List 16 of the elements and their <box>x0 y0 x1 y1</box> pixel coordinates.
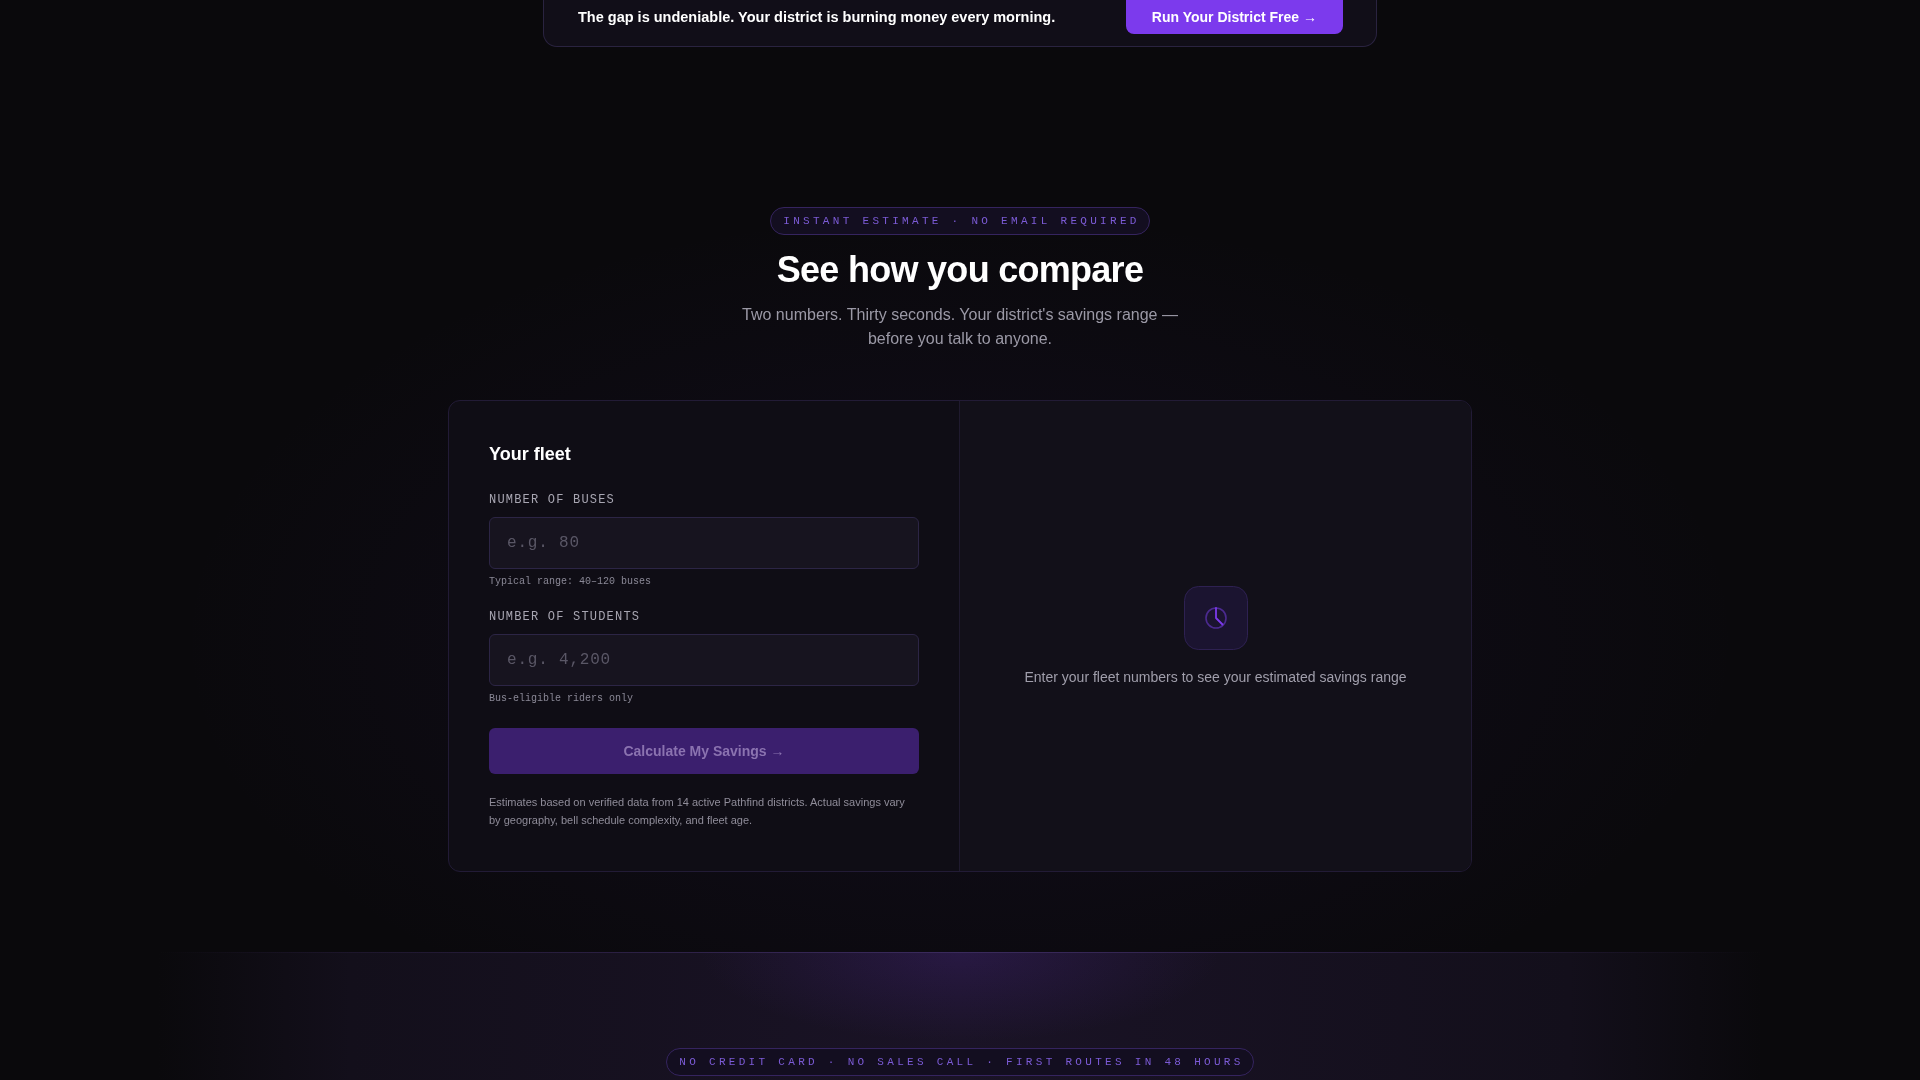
field-hint: Typical range: 40–120 buses <box>489 575 653 589</box>
footnote: Estimates based on verified data from 14 active Pathfind districts. Actual savings vary by geography, bell schedule complexity, and fleet age. <box>489 795 906 828</box>
input-field[interactable]: e.g. 4,200 <box>489 634 919 686</box>
badge: INSTANT ESTIMATE · NO EMAIL REQUIRED <box>770 207 1150 235</box>
banner-text: The gap is undeniable. Your district is burning money every morning. <box>578 8 1056 26</box>
field-label: NUMBER OF STUDENTS <box>489 609 642 625</box>
input-field[interactable]: e.g. 80 <box>489 517 919 569</box>
section-subtitle: Two numbers. Thirty seconds. Your district's savings range — before you talk to anyone. <box>741 305 1179 349</box>
section-title: See how you compare <box>776 248 1144 292</box>
form-title: Your fleet <box>489 443 572 465</box>
results-message: Enter your fleet numbers to see your estimated savings range <box>1024 667 1407 687</box>
badge: NO CREDIT CARD · NO SALES CALL · FIRST ROUTES IN 48 HOURS <box>666 1048 1254 1076</box>
field-hint: Bus-eligible riders only <box>489 692 635 706</box>
run-district-button[interactable]: Run Your District Free → <box>1125 0 1343 34</box>
clock-icon <box>1183 585 1248 650</box>
field-label: NUMBER OF BUSES <box>489 492 617 508</box>
